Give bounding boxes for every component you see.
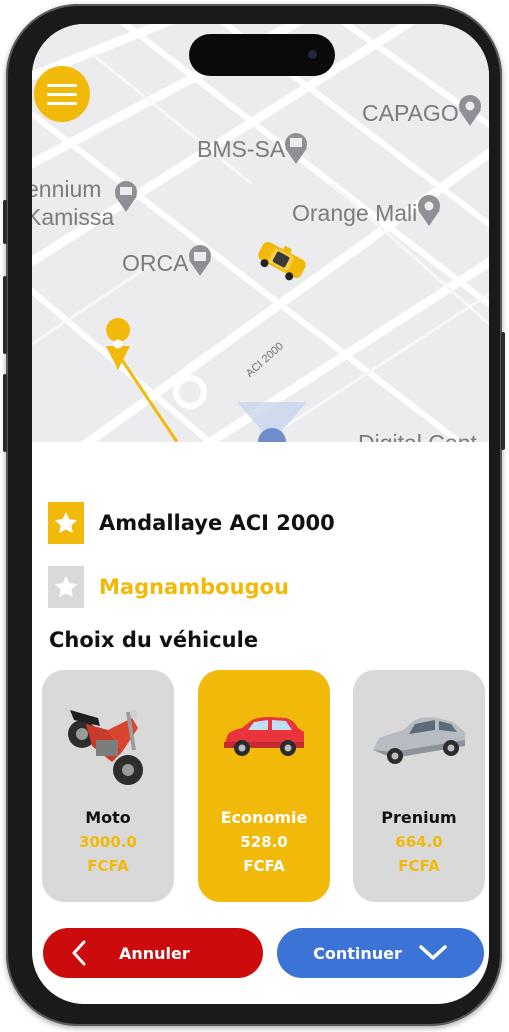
vehicle-card-economie[interactable]: Economie 528.0 FCFA (198, 670, 330, 902)
poi-kamissa: Kamissa (32, 204, 115, 230)
phone-volume-down (3, 374, 7, 452)
phone-mute-switch (3, 200, 7, 244)
vehicle-section-title: Choix du véhicule (49, 628, 259, 652)
continue-label: Continuer (313, 943, 402, 963)
vehicle-currency: FCFA (243, 857, 285, 875)
capago-pin-icon (459, 95, 481, 126)
camera-dot (308, 50, 317, 59)
route-line (116, 353, 179, 442)
destination-address-row[interactable]: Amdallaye ACI 2000 (48, 502, 335, 544)
vehicle-name: Prenium (381, 808, 457, 827)
menu-bar (47, 92, 77, 96)
vehicle-price: 528.0 (240, 833, 288, 851)
taxi-icon (258, 242, 306, 281)
poi-orange-mali: Orange Mali (292, 200, 418, 226)
poi-ennium: ennium (32, 176, 102, 202)
vehicle-currency: FCFA (87, 857, 129, 875)
app-screen: CAPAGO BMS-SA ennium Kamissa Orange Mali… (32, 24, 489, 1004)
poi-bms-sa: BMS-SA (197, 136, 286, 162)
vehicle-price: 664.0 (395, 833, 443, 851)
dynamic-island (189, 34, 335, 76)
vehicle-currency: FCFA (398, 857, 440, 875)
motorcycle-icon (42, 670, 174, 800)
phone-power-button (501, 332, 505, 450)
vehicle-card-prenium[interactable]: Prenium 664.0 FCFA (353, 670, 485, 902)
map-roads (32, 24, 489, 442)
vehicle-name: Economie (220, 808, 308, 827)
pickup-address-row[interactable]: Magnambougou (48, 566, 289, 608)
origin-pin-icon (106, 318, 131, 370)
star-icon[interactable] (48, 566, 84, 608)
poi-capago: CAPAGO (362, 100, 459, 126)
hamburger-menu-icon[interactable] (34, 66, 90, 122)
chevron-left-icon (71, 940, 87, 966)
car-icon (198, 670, 330, 800)
chevron-down-icon (418, 944, 448, 962)
star-icon[interactable] (48, 502, 84, 544)
poi-digital-cent: Digital Cent (358, 430, 477, 442)
sedan-icon (353, 670, 485, 800)
vehicle-price: 3000.0 (79, 833, 137, 851)
orca-pin-icon (189, 245, 211, 276)
cancel-label: Annuler (119, 943, 190, 963)
pickup-address-text: Magnambougou (99, 575, 289, 599)
menu-bar (47, 83, 77, 87)
destination-address-text: Amdallaye ACI 2000 (99, 511, 335, 535)
poi-orca: ORCA (122, 250, 189, 276)
vehicle-card-moto[interactable]: Moto 3000.0 FCFA (42, 670, 174, 902)
orange-pin-icon (418, 195, 440, 226)
map-view[interactable]: CAPAGO BMS-SA ennium Kamissa Orange Mali… (32, 24, 489, 442)
phone-frame: CAPAGO BMS-SA ennium Kamissa Orange Mali… (3, 4, 505, 1026)
continue-button[interactable]: Continuer (277, 928, 484, 978)
menu-bar (47, 101, 77, 105)
vehicle-name: Moto (85, 808, 131, 827)
phone-volume-up (3, 276, 7, 354)
cancel-button[interactable]: Annuler (43, 928, 263, 978)
